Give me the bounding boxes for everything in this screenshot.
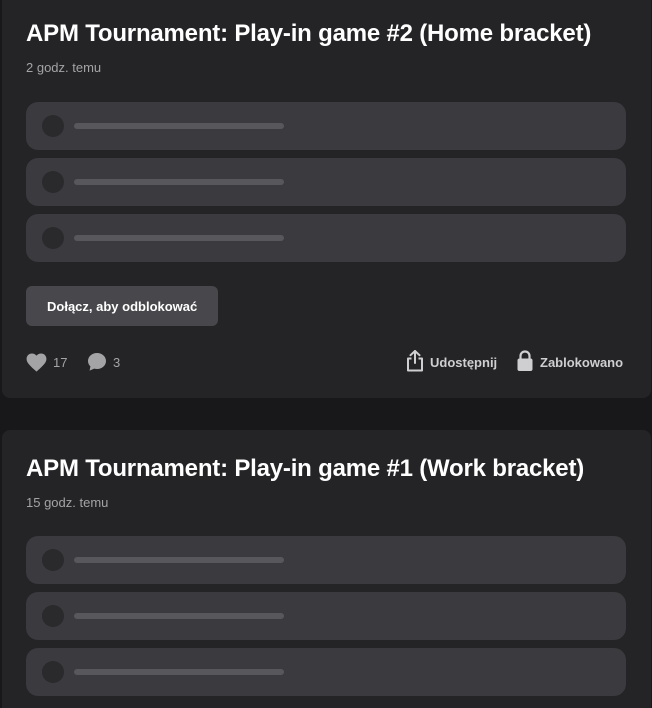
- locked-label: Zablokowano: [540, 354, 624, 370]
- post-title[interactable]: APM Tournament: Play-in game #1 (Work br…: [26, 455, 584, 483]
- option-radio-placeholder: [42, 115, 64, 137]
- poll-option-placeholder[interactable]: [26, 648, 626, 696]
- option-text-placeholder: [74, 557, 284, 563]
- option-text-placeholder: [74, 613, 284, 619]
- poll-option-placeholder[interactable]: [26, 102, 626, 150]
- post-timestamp: 15 godz. temu: [26, 495, 109, 510]
- poll-option-placeholder[interactable]: [26, 536, 626, 584]
- option-text-placeholder: [74, 235, 284, 241]
- lock-icon: [516, 349, 534, 375]
- poll-post: APM Tournament: Play-in game #1 (Work br…: [2, 430, 651, 708]
- post-feed: APM Tournament: Play-in game #2 (Home br…: [0, 0, 652, 708]
- option-radio-placeholder: [42, 171, 64, 193]
- poll-post: APM Tournament: Play-in game #2 (Home br…: [2, 0, 651, 398]
- option-radio-placeholder: [42, 227, 64, 249]
- heart-icon: [26, 353, 47, 372]
- option-radio-placeholder: [42, 661, 64, 683]
- comment-bubble-icon: [87, 352, 107, 372]
- post-footer: 17 3 Udostępnij Zablokowano: [26, 349, 626, 375]
- share-label: Udostępnij: [430, 354, 498, 370]
- share-button[interactable]: Udostępnij: [406, 349, 498, 375]
- option-radio-placeholder: [42, 549, 64, 571]
- option-text-placeholder: [74, 669, 284, 675]
- join-to-unlock-button[interactable]: Dołącz, aby odblokować: [26, 286, 219, 326]
- poll-option-placeholder[interactable]: [26, 158, 626, 206]
- like-count: 17: [53, 354, 68, 370]
- option-radio-placeholder: [42, 605, 64, 627]
- poll-option-placeholder[interactable]: [26, 214, 626, 262]
- comment-count: 3: [113, 354, 121, 370]
- like-button[interactable]: 17: [26, 350, 67, 374]
- post-timestamp: 2 godz. temu: [26, 60, 102, 75]
- locked-status: Zablokowano: [516, 349, 624, 375]
- comments-button[interactable]: 3: [87, 350, 120, 374]
- share-icon: [406, 349, 424, 375]
- post-title[interactable]: APM Tournament: Play-in game #2 (Home br…: [26, 20, 591, 48]
- option-text-placeholder: [74, 179, 284, 185]
- poll-option-placeholder[interactable]: [26, 592, 626, 640]
- option-text-placeholder: [74, 123, 284, 129]
